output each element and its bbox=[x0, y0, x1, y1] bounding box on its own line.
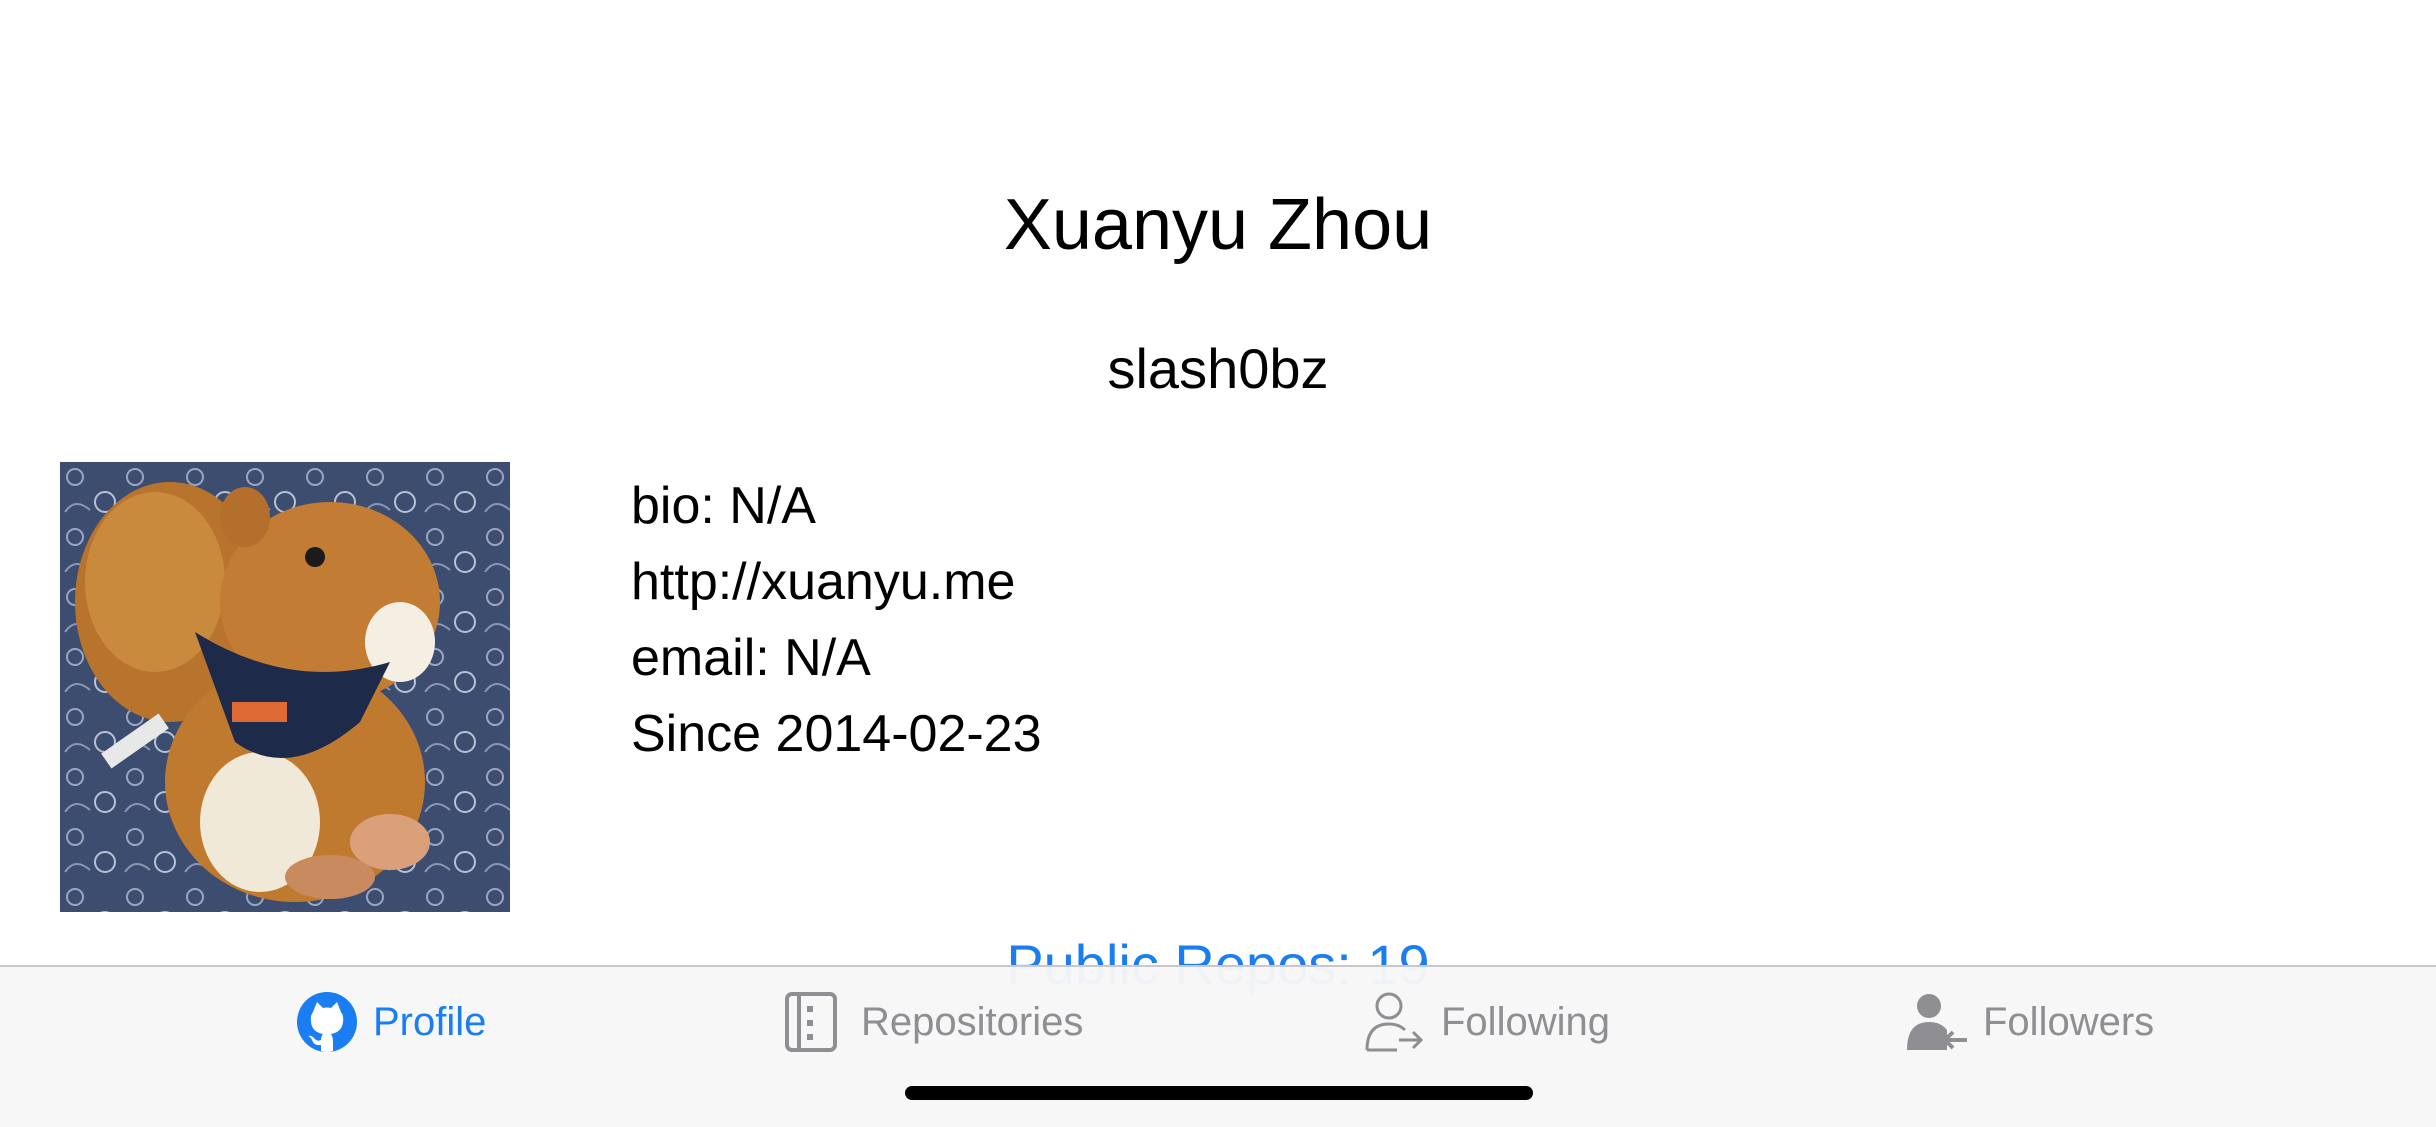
profile-email: email: N/A bbox=[631, 629, 871, 687]
tab-following-label: Following bbox=[1441, 999, 1610, 1044]
profile-name: Xuanyu Zhou bbox=[1003, 185, 1433, 265]
tab-followers-label: Followers bbox=[1983, 999, 2155, 1044]
tab-profile-label: Profile bbox=[373, 999, 487, 1044]
tab-profile[interactable]: Profile bbox=[295, 987, 486, 1057]
followers-icon bbox=[1905, 990, 1969, 1054]
profile-bio: bio: N/A bbox=[631, 477, 816, 535]
home-indicator[interactable] bbox=[905, 1086, 1533, 1100]
tab-repositories[interactable]: Repositories bbox=[783, 987, 1083, 1057]
profile-info: bio: N/A http://xuanyu.me email: N/A Sin… bbox=[631, 468, 1042, 772]
repo-icon bbox=[783, 990, 847, 1054]
profile-website[interactable]: http://xuanyu.me bbox=[631, 544, 1042, 620]
avatar-image bbox=[60, 462, 510, 912]
github-icon bbox=[295, 990, 359, 1054]
following-icon bbox=[1363, 990, 1427, 1054]
profile-login: slash0bz bbox=[1107, 337, 1329, 400]
tab-followers[interactable]: Followers bbox=[1905, 987, 2154, 1057]
tab-following[interactable]: Following bbox=[1363, 987, 1610, 1057]
tab-bar: Profile Repositories Following Followers bbox=[0, 965, 2436, 1127]
avatar bbox=[60, 462, 510, 912]
tab-repositories-label: Repositories bbox=[861, 999, 1084, 1044]
profile-since: Since 2014-02-23 bbox=[631, 705, 1042, 763]
